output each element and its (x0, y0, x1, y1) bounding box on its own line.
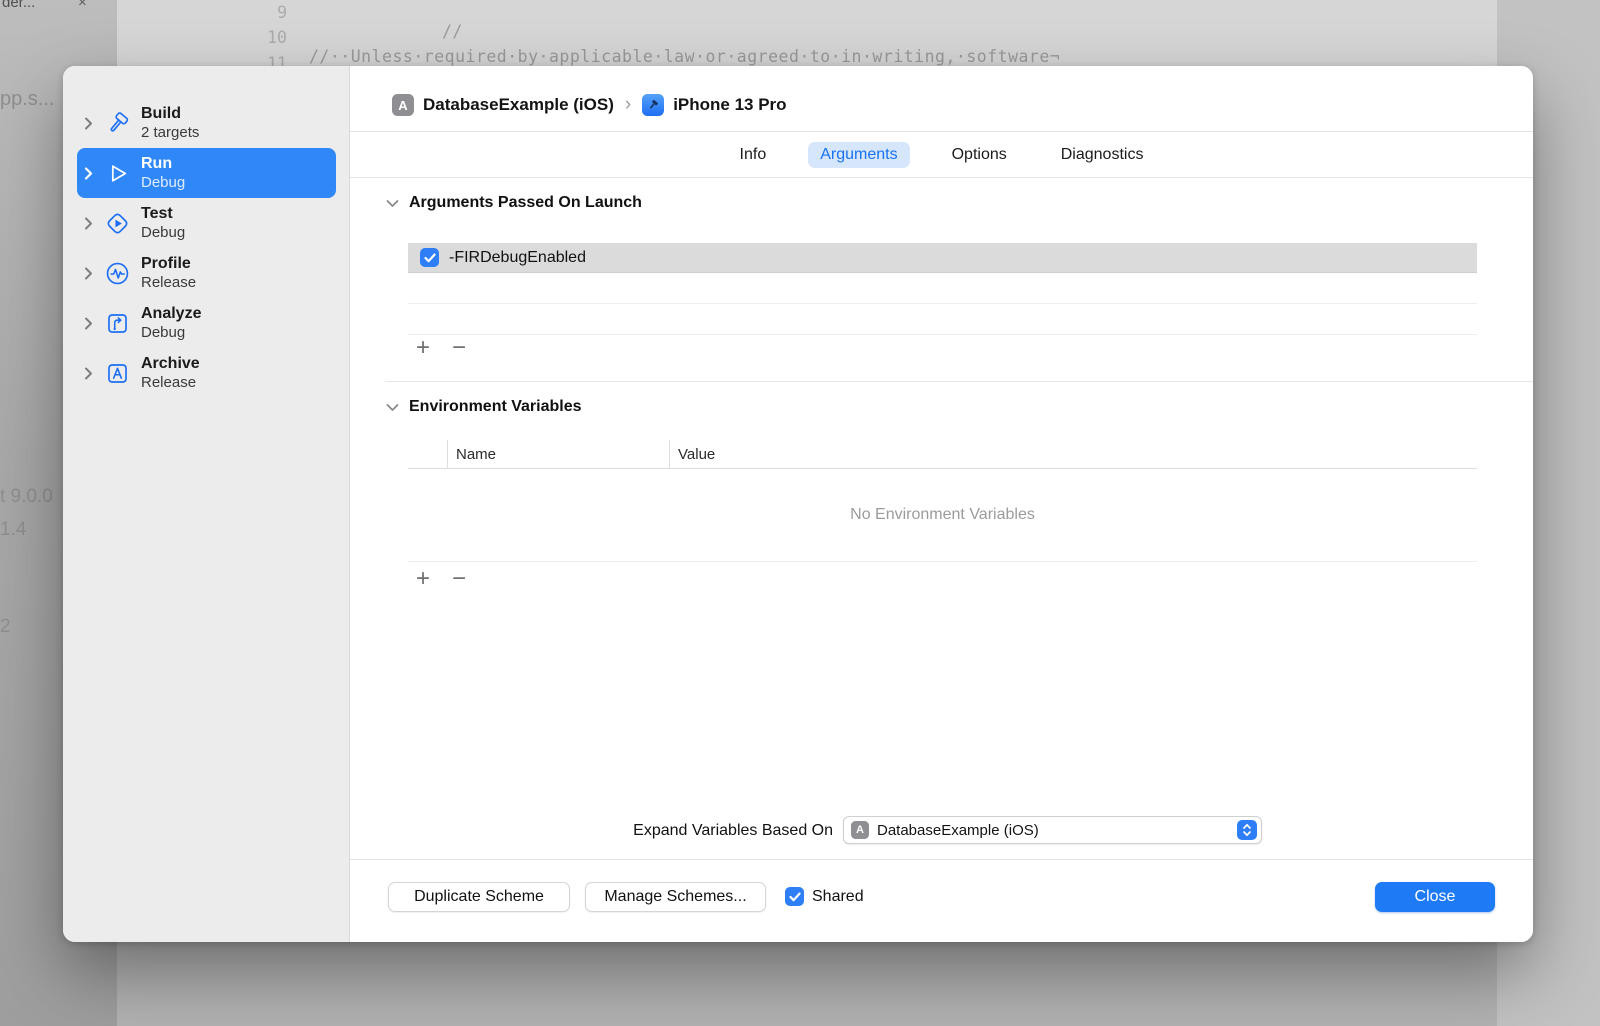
profile-pulse-icon (99, 260, 135, 287)
scheme-tabbar: Info Arguments Options Diagnostics (350, 132, 1533, 177)
add-argument-button[interactable]: + (416, 336, 430, 360)
argument-label[interactable]: -FIRDebugEnabled (449, 249, 586, 267)
expand-variables-label: Expand Variables Based On (633, 822, 833, 839)
archive-box-icon (99, 360, 135, 387)
sidebar-item-build[interactable]: Build 2 targets (77, 98, 336, 148)
dropdown-stepper-icon (1237, 820, 1257, 840)
remove-env-variable-button[interactable]: − (452, 567, 466, 591)
chevron-down-icon[interactable] (386, 403, 399, 412)
tab-info[interactable]: Info (728, 142, 779, 168)
chevron-right-icon[interactable] (77, 166, 99, 180)
chevron-right-icon[interactable] (77, 217, 99, 230)
sidebar-item-subtitle: Release (141, 373, 197, 391)
env-section-header: Environment Variables (386, 398, 582, 416)
app-target-icon: A (851, 821, 869, 839)
code-line: 10 //··Unless·required·by·applicable·law… (117, 9, 1497, 66)
test-diamond-icon (99, 210, 135, 237)
sidebar-item-title: Run (141, 155, 173, 173)
close-button[interactable]: Close (1375, 882, 1495, 912)
expand-variables-value: DatabaseExample (iOS) (877, 821, 1039, 839)
manage-schemes-button[interactable]: Manage Schemes... (585, 882, 766, 912)
editor-tab-title: der... (2, 0, 36, 11)
sidebar-item-title: Analyze (141, 305, 202, 323)
run-play-icon (99, 160, 135, 187)
shared-option: Shared (785, 887, 864, 906)
arguments-table: -FIRDebugEnabled (408, 243, 1477, 335)
divider (350, 177, 1533, 178)
chevron-right-icon[interactable] (77, 117, 99, 130)
arguments-section-title: Arguments Passed On Launch (409, 194, 642, 211)
shared-checkbox[interactable] (785, 887, 804, 906)
chevron-right-icon: › (624, 94, 632, 115)
scheme-device-title: iPhone 13 Pro (673, 95, 787, 114)
scheme-project-title: DatabaseExample (iOS) (423, 95, 614, 114)
tab-diagnostics[interactable]: Diagnostics (1049, 142, 1156, 168)
sidebar-item-test[interactable]: Test Debug (77, 198, 336, 248)
empty-table-row (408, 273, 1477, 304)
navigator-version-label: 2 (0, 616, 11, 637)
argument-row[interactable]: -FIRDebugEnabled (408, 243, 1477, 273)
env-add-remove: + − (416, 567, 466, 591)
sidebar-item-subtitle: Debug (141, 173, 186, 191)
env-name-column-header: Name (447, 440, 669, 468)
navigator-version-label: 1.4 (0, 519, 27, 540)
env-table: Name Value No Environment Variables (408, 440, 1477, 562)
scheme-sidebar: Build 2 targets Run Debug Test Debug Pro… (63, 66, 350, 942)
sidebar-item-title: Test (141, 205, 173, 223)
build-hammer-icon (99, 110, 135, 137)
code-editor-background: 9 // 10 //··Unless·required·by·applicabl… (117, 0, 1497, 66)
editor-tab[interactable]: der... × (2, 0, 117, 12)
scheme-editor-dialog: Build 2 targets Run Debug Test Debug Pro… (63, 66, 1533, 942)
argument-checkbox[interactable] (420, 248, 439, 267)
env-table-header: Name Value (408, 440, 1477, 469)
tab-arguments[interactable]: Arguments (808, 141, 910, 168)
tab-options[interactable]: Options (940, 142, 1019, 168)
arguments-section-header: Arguments Passed On Launch (386, 194, 642, 212)
navigator-file-label: pp.s... (0, 88, 55, 110)
chevron-right-icon[interactable] (77, 367, 99, 380)
sidebar-item-subtitle: Debug (141, 323, 186, 341)
chevron-down-icon[interactable] (386, 199, 399, 208)
sidebar-item-analyze[interactable]: Analyze Debug (77, 298, 336, 348)
empty-table-row (408, 304, 1477, 335)
code-line: 11 //··distributed·under·the·License·is·… (117, 35, 1497, 66)
app-target-icon: A (392, 94, 414, 116)
add-env-variable-button[interactable]: + (416, 567, 430, 591)
sidebar-item-subtitle: 2 targets (141, 123, 200, 141)
remove-argument-button[interactable]: − (452, 336, 466, 360)
sidebar-item-title: Build (141, 105, 181, 123)
duplicate-scheme-button[interactable]: Duplicate Scheme (388, 882, 570, 912)
chevron-right-icon[interactable] (77, 267, 99, 280)
analyze-branch-icon (99, 310, 135, 337)
footer-divider (350, 859, 1533, 860)
sidebar-item-subtitle: Release (141, 273, 197, 291)
sidebar-item-title: Archive (141, 355, 200, 373)
sidebar-item-profile[interactable]: Profile Release (77, 248, 336, 298)
arguments-add-remove: + − (416, 336, 466, 360)
chevron-right-icon[interactable] (77, 317, 99, 330)
sidebar-item-title: Profile (141, 255, 191, 273)
scheme-header: A DatabaseExample (iOS) › iPhone 13 Pro (392, 90, 787, 120)
line-number: 11 (267, 54, 287, 66)
env-empty-placeholder: No Environment Variables (408, 469, 1477, 562)
sidebar-item-subtitle: Debug (141, 223, 186, 241)
shared-checkbox-label[interactable]: Shared (812, 888, 864, 906)
env-value-column-header: Value (669, 440, 1477, 468)
env-section-title: Environment Variables (409, 398, 582, 415)
expand-variables-dropdown[interactable]: A DatabaseExample (iOS) (843, 816, 1262, 844)
sidebar-item-run[interactable]: Run Debug (77, 148, 336, 198)
device-simulator-icon (642, 94, 665, 116)
sidebar-item-archive[interactable]: Archive Release (77, 348, 336, 398)
navigator-version-label: t 9.0.0 (0, 486, 53, 507)
scheme-main-pane: A DatabaseExample (iOS) › iPhone 13 Pro … (350, 66, 1533, 942)
section-separator (385, 381, 1533, 382)
close-tab-icon[interactable]: × (78, 0, 87, 11)
